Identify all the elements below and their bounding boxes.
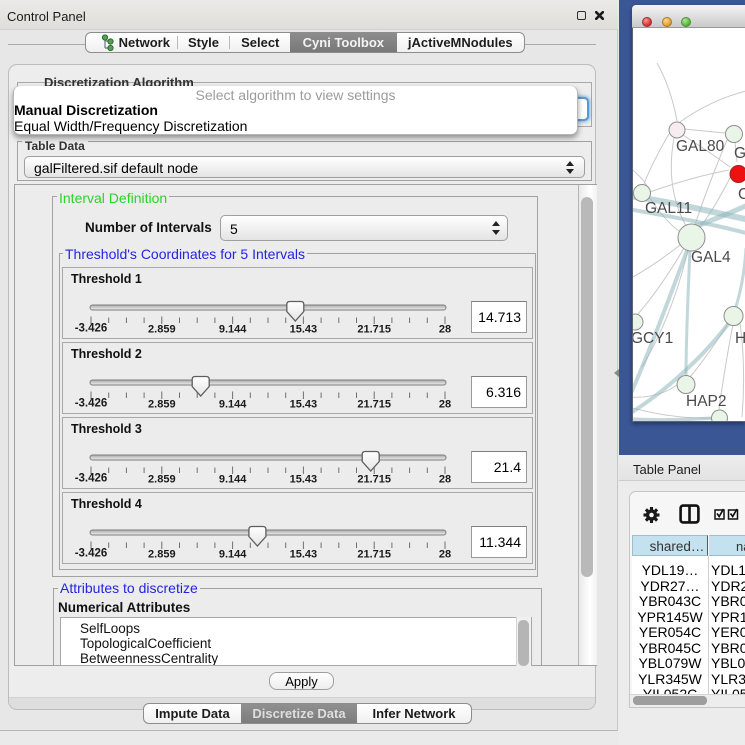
svg-text:GAL4: GAL4 xyxy=(691,249,731,266)
svg-text:GAL80: GAL80 xyxy=(676,138,725,155)
svg-text:28: 28 xyxy=(439,324,451,336)
svg-text:2.859: 2.859 xyxy=(148,399,176,411)
svg-text:21.715: 21.715 xyxy=(357,474,391,486)
svg-text:-3.426: -3.426 xyxy=(75,473,108,485)
svg-text:9.144: 9.144 xyxy=(219,474,247,486)
svg-text:15.43: 15.43 xyxy=(290,324,318,336)
svg-text:28: 28 xyxy=(439,474,451,486)
svg-text:15.43: 15.43 xyxy=(290,399,318,411)
svg-text:-3.426: -3.426 xyxy=(75,323,108,335)
svg-text:GA: GA xyxy=(734,145,745,162)
svg-text:GAL11: GAL11 xyxy=(645,200,692,217)
svg-text:2.859: 2.859 xyxy=(148,474,176,486)
svg-text:9.144: 9.144 xyxy=(219,549,247,561)
svg-text:2.859: 2.859 xyxy=(148,324,176,336)
svg-text:-3.426: -3.426 xyxy=(75,398,108,410)
svg-text:21.715: 21.715 xyxy=(357,399,391,411)
svg-text:-3.426: -3.426 xyxy=(75,548,108,560)
svg-text:28: 28 xyxy=(439,399,451,411)
svg-text:2.859: 2.859 xyxy=(148,549,176,561)
svg-text:28: 28 xyxy=(439,549,451,561)
svg-text:9.144: 9.144 xyxy=(219,324,247,336)
svg-text:C: C xyxy=(738,186,745,203)
svg-text:H: H xyxy=(735,330,745,347)
svg-text:9.144: 9.144 xyxy=(219,399,247,411)
svg-text:GCY1: GCY1 xyxy=(633,330,673,347)
svg-text:HAP2: HAP2 xyxy=(686,393,727,410)
svg-text:21.715: 21.715 xyxy=(357,549,391,561)
svg-text:15.43: 15.43 xyxy=(290,549,318,561)
svg-text:21.715: 21.715 xyxy=(357,324,391,336)
svg-text:15.43: 15.43 xyxy=(290,474,318,486)
